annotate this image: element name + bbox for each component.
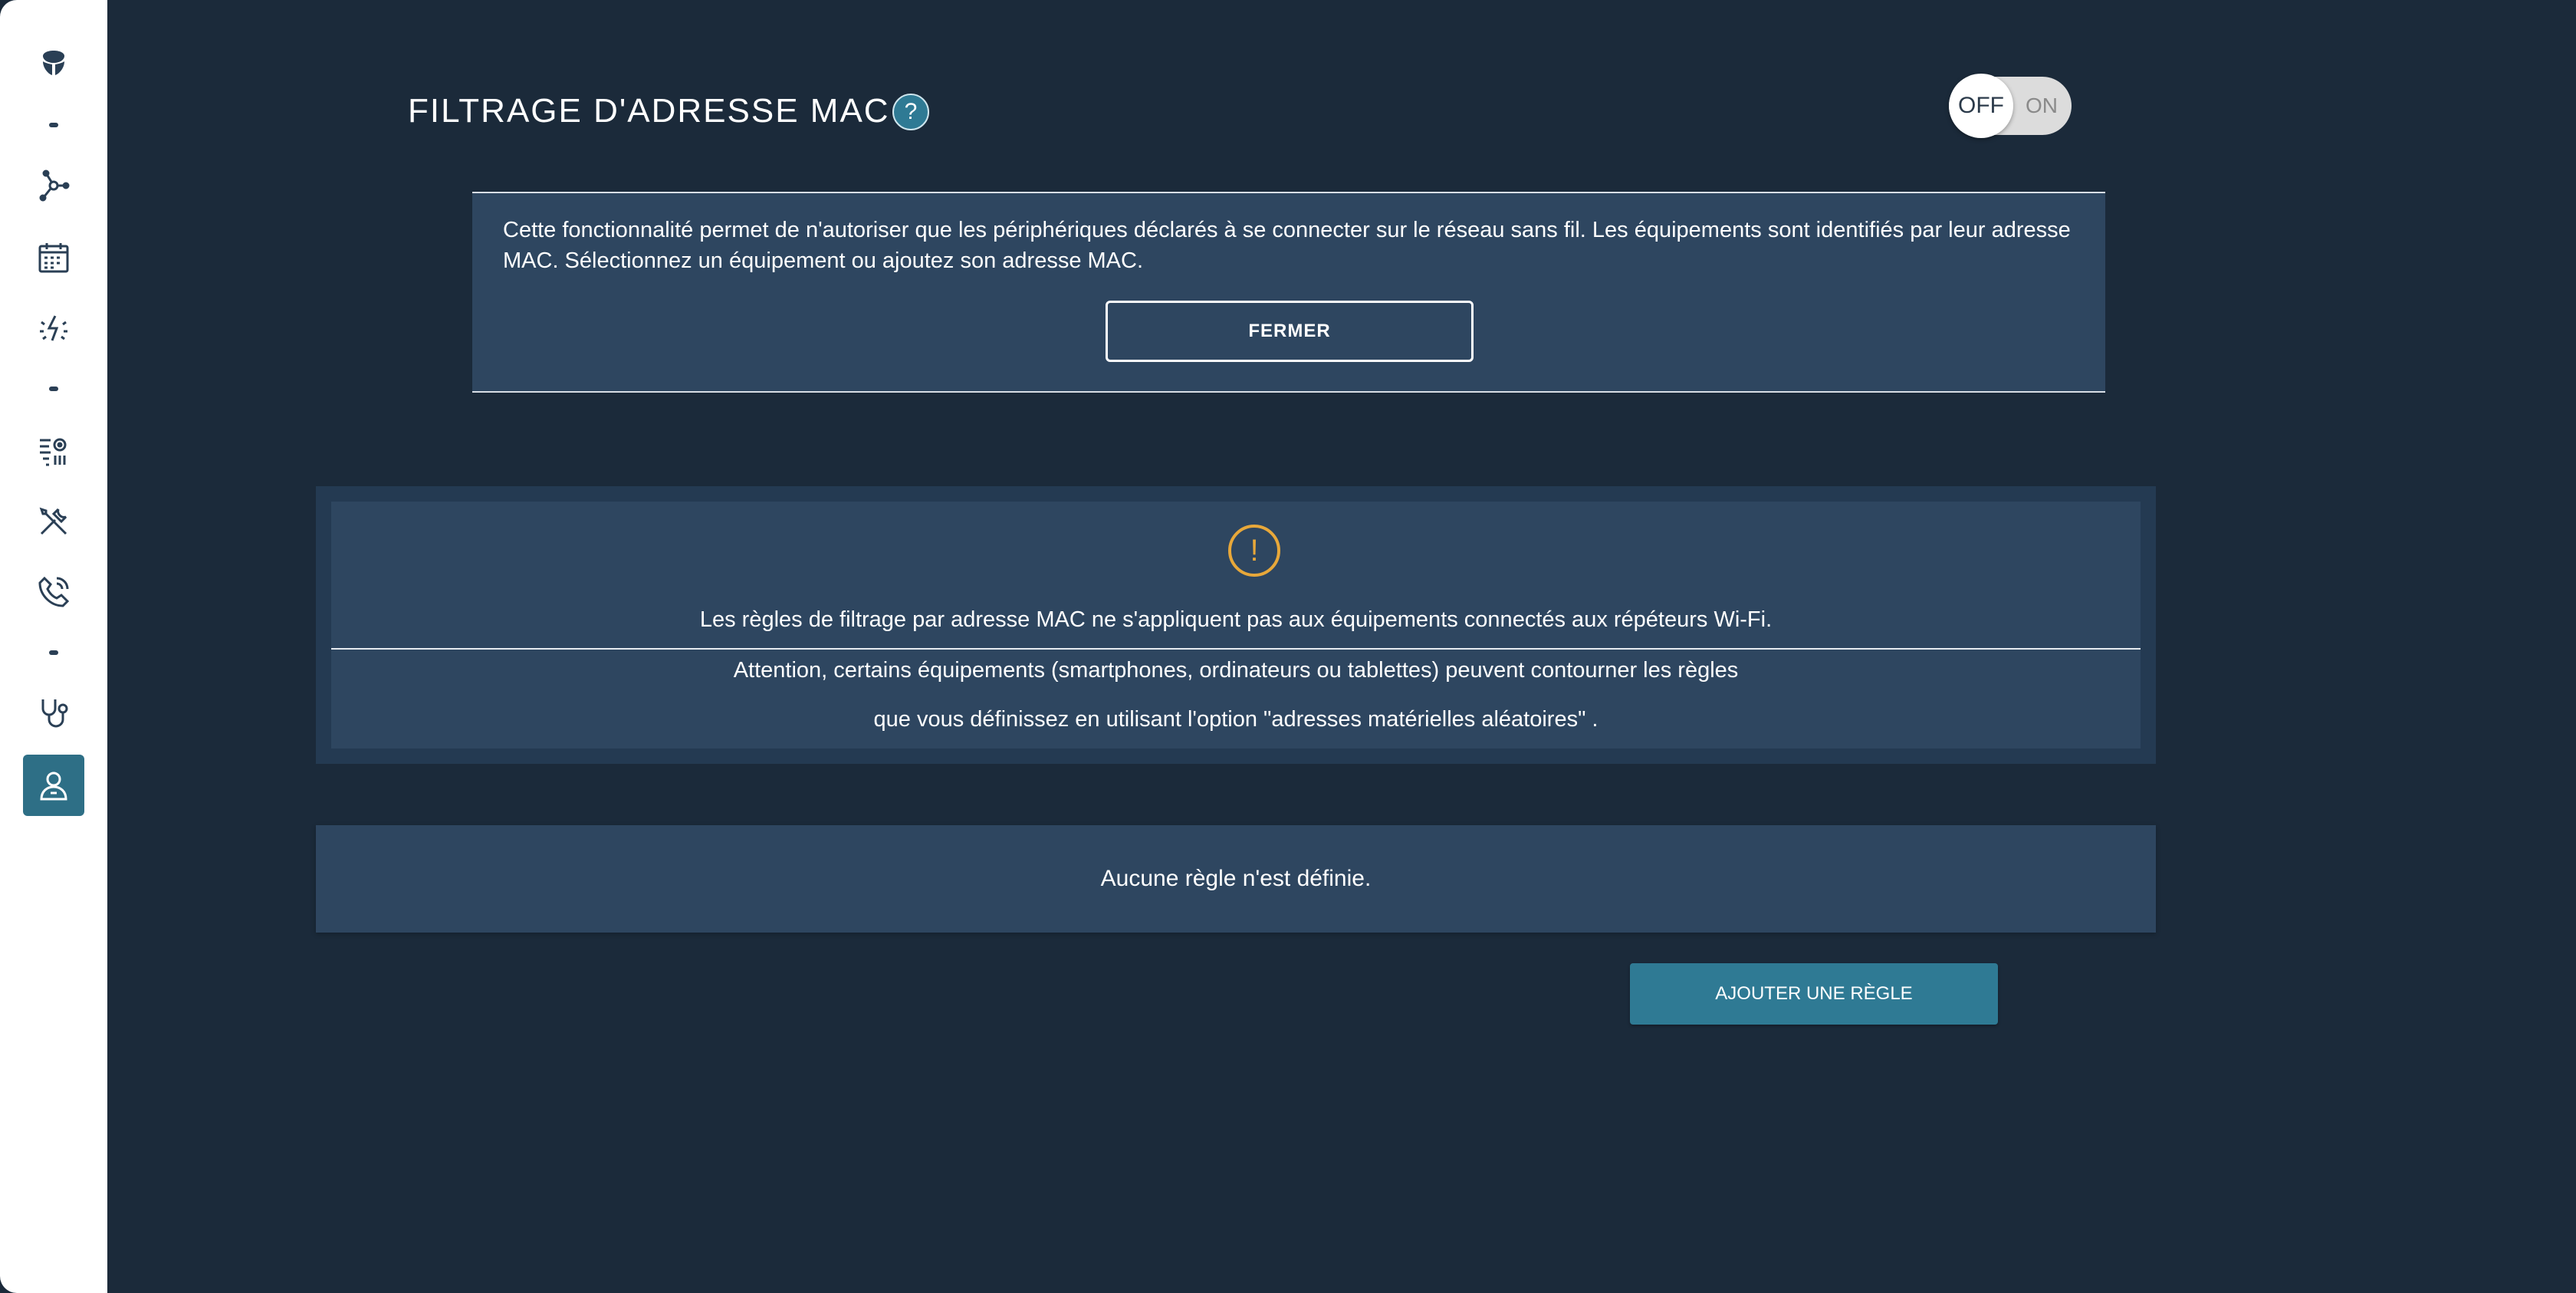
- sidebar: [0, 0, 107, 1293]
- sidebar-separator: [49, 387, 58, 391]
- brand-logo-icon[interactable]: [23, 32, 84, 94]
- rules-list: Aucune règle n'est définie.: [316, 825, 2156, 933]
- toggle-on-label: ON: [2026, 94, 2058, 117]
- calendar-icon[interactable]: [23, 227, 84, 288]
- warning-icon: !: [1228, 525, 1280, 577]
- phone-icon[interactable]: [23, 561, 84, 623]
- toggle-off-label: OFF: [1958, 93, 2004, 118]
- warning-line-2: Attention, certains équipements (smartph…: [733, 658, 1739, 683]
- toggle-knob[interactable]: OFF: [1949, 74, 2013, 138]
- filter-toggle[interactable]: ON OFF: [1949, 74, 2072, 138]
- close-button[interactable]: FERMER: [1106, 301, 1474, 362]
- add-rule-button[interactable]: AJOUTER UNE RÈGLE: [1630, 963, 1998, 1025]
- user-icon[interactable]: [23, 755, 84, 816]
- warning-content: ! Les règles de filtrage par adresse MAC…: [331, 502, 2141, 748]
- info-text: Cette fonctionnalité permet de n'autoris…: [503, 218, 2071, 273]
- info-panel: Cette fonctionnalité permet de n'autoris…: [472, 192, 2105, 393]
- warning-line-1: Les règles de filtrage par adresse MAC n…: [699, 607, 1773, 632]
- sidebar-separator: [49, 123, 58, 127]
- empty-rules-message: Aucune règle n'est définie.: [1100, 866, 1372, 891]
- tools-icon[interactable]: [23, 491, 84, 552]
- wifi-settings-icon[interactable]: [23, 298, 84, 359]
- warning-panel: ! Les règles de filtrage par adresse MAC…: [316, 486, 2156, 764]
- network-icon[interactable]: [23, 155, 84, 216]
- diagnostic-icon[interactable]: [23, 683, 84, 744]
- parameters-icon[interactable]: [23, 420, 84, 482]
- help-icon[interactable]: ?: [892, 94, 929, 130]
- warning-divider: [331, 648, 2141, 650]
- sidebar-separator: [49, 650, 58, 655]
- page-title: FILTRAGE D'ADRESSE MAC: [408, 92, 890, 130]
- warning-line-3: que vous définissez en utilisant l'optio…: [873, 707, 1598, 732]
